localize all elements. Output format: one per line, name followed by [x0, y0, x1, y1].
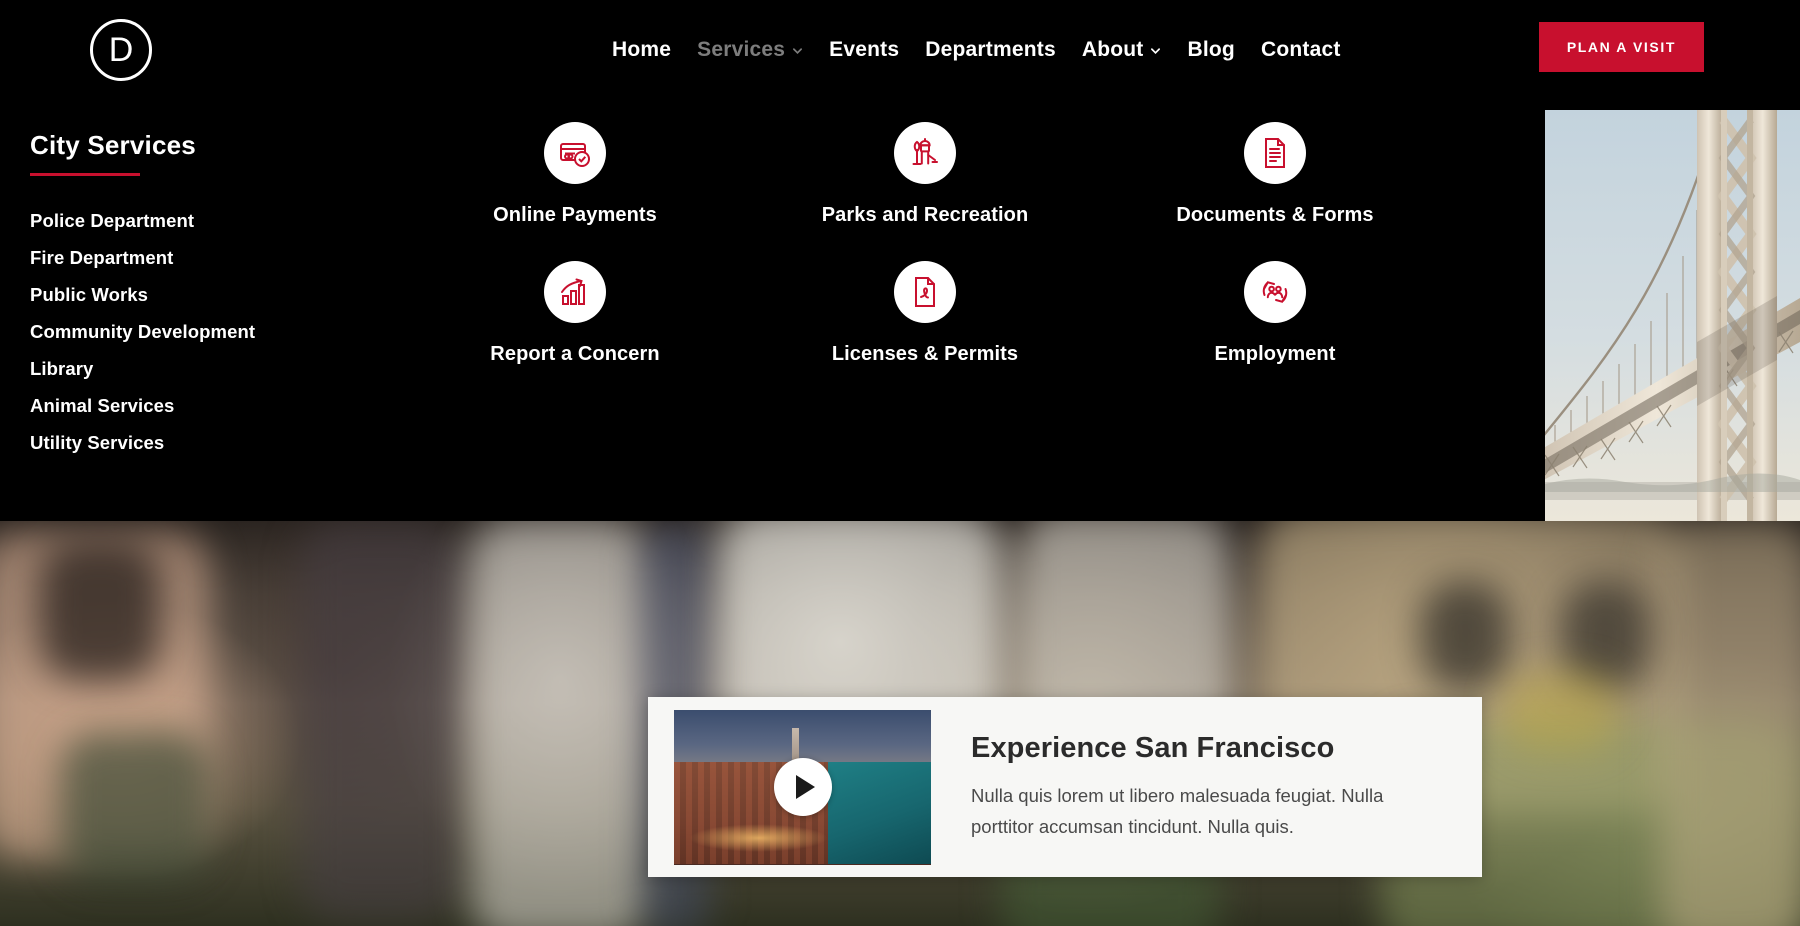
nav-item-home[interactable]: Home	[610, 34, 673, 66]
chevron-down-icon	[1150, 45, 1161, 56]
service-tile-label: Employment	[1214, 343, 1336, 365]
service-tile-label: Documents & Forms	[1176, 204, 1374, 226]
city-services-link-list: Police Department Fire Department Public…	[30, 210, 360, 454]
service-tile-label: Licenses & Permits	[831, 343, 1019, 365]
title-underline-rule	[30, 173, 140, 176]
nav-item-contact[interactable]: Contact	[1259, 34, 1343, 66]
services-mega-menu: City Services Police Department Fire Dep…	[0, 100, 1545, 521]
nav-item-about[interactable]: About	[1080, 34, 1164, 66]
park-playground-icon	[894, 122, 956, 184]
nav-label: Events	[829, 38, 900, 61]
play-triangle-icon[interactable]	[773, 758, 832, 816]
sidebar-item-community-development[interactable]: Community Development	[30, 321, 360, 343]
nav-item-services[interactable]: Services	[695, 34, 805, 66]
thumbnail-water	[828, 762, 931, 865]
sidebar-item-fire-department[interactable]: Fire Department	[30, 247, 360, 269]
video-card-text: Experience San Francisco Nulla quis lore…	[931, 732, 1456, 842]
nav-label: Contact	[1260, 38, 1341, 61]
divi-circle-d-logo[interactable]: D	[90, 19, 152, 81]
service-tile-licenses-and-permits[interactable]: Licenses & Permits	[750, 261, 1100, 366]
main-navigation: Home Services Events Departments About B…	[610, 0, 1343, 100]
bridge-illustration	[1545, 110, 1800, 521]
credit-card-check-icon	[544, 122, 606, 184]
service-tile-parks-and-recreation[interactable]: Parks and Recreation	[750, 122, 1100, 227]
nav-item-events[interactable]: Events	[827, 34, 901, 66]
nav-item-departments[interactable]: Departments	[923, 34, 1058, 66]
page-root: Experience San Francisco Nulla quis lore…	[0, 0, 1800, 926]
video-thumbnail[interactable]	[674, 709, 931, 865]
bay-bridge-photo	[1545, 110, 1800, 521]
nav-label: Services	[697, 38, 786, 61]
thumbnail-lights-glow	[689, 824, 829, 853]
service-tile-employment[interactable]: Employment	[1100, 261, 1450, 366]
service-tile-report-a-concern[interactable]: Report a Concern	[400, 261, 750, 366]
service-tiles-grid: Online Payments Parks and Recreation Doc…	[400, 122, 1450, 366]
service-tile-documents-and-forms[interactable]: Documents & Forms	[1100, 122, 1450, 227]
sidebar-item-animal-services[interactable]: Animal Services	[30, 395, 360, 417]
nav-label: Home	[612, 38, 672, 61]
people-refresh-icon	[1244, 261, 1306, 323]
nav-label: Departments	[925, 38, 1056, 61]
video-card-title: Experience San Francisco	[971, 731, 1335, 764]
nav-label: About	[1081, 38, 1144, 61]
mega-menu-left-column: City Services Police Department Fire Dep…	[30, 130, 360, 469]
mega-menu-column-title: City Services	[30, 130, 196, 160]
document-signature-icon	[894, 261, 956, 323]
sidebar-item-utility-services[interactable]: Utility Services	[30, 432, 360, 454]
service-tile-label: Parks and Recreation	[821, 204, 1029, 226]
play-glyph	[795, 775, 815, 799]
plan-a-visit-button[interactable]: PLAN A VISIT	[1538, 22, 1704, 72]
chevron-down-icon	[792, 45, 803, 56]
sidebar-item-public-works[interactable]: Public Works	[30, 284, 360, 306]
nav-item-blog[interactable]: Blog	[1185, 34, 1236, 66]
video-card-description: Nulla quis lorem ut libero malesuada feu…	[971, 784, 1384, 837]
sidebar-item-police-department[interactable]: Police Department	[30, 210, 360, 232]
bar-chart-arrow-icon	[544, 261, 606, 323]
service-tile-online-payments[interactable]: Online Payments	[400, 122, 750, 227]
service-tile-label: Online Payments	[493, 204, 657, 226]
site-header: D Home Services Events Departments About	[0, 0, 1800, 100]
sidebar-item-library[interactable]: Library	[30, 358, 360, 380]
video-promo-card[interactable]: Experience San Francisco Nulla quis lore…	[648, 697, 1482, 877]
service-tile-label: Report a Concern	[490, 343, 660, 365]
nav-label: Blog	[1187, 38, 1235, 61]
document-lines-icon	[1244, 122, 1306, 184]
